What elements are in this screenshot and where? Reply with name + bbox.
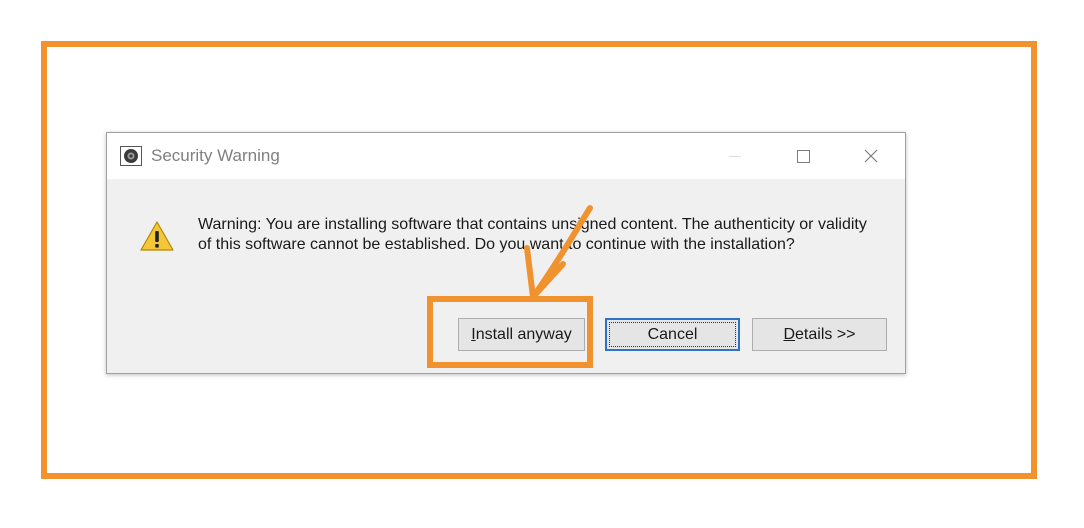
dialog-title: Security Warning xyxy=(151,146,280,165)
eclipse-gear-icon xyxy=(120,146,142,166)
cancel-button[interactable]: Cancel xyxy=(605,318,740,351)
title-bar[interactable]: Security Warning xyxy=(107,133,905,179)
maximize-icon[interactable] xyxy=(783,141,823,171)
focus-ring xyxy=(609,322,736,347)
details-label: etails >> xyxy=(795,325,856,343)
warning-triangle-icon xyxy=(140,221,174,251)
details-mnemonic: D xyxy=(783,325,796,343)
install-button-highlight xyxy=(427,296,593,368)
minimize-icon[interactable] xyxy=(715,141,755,171)
close-icon[interactable] xyxy=(851,141,891,171)
warning-message: Warning: You are installing software tha… xyxy=(198,216,867,253)
details-button[interactable]: Details >> xyxy=(752,318,887,351)
